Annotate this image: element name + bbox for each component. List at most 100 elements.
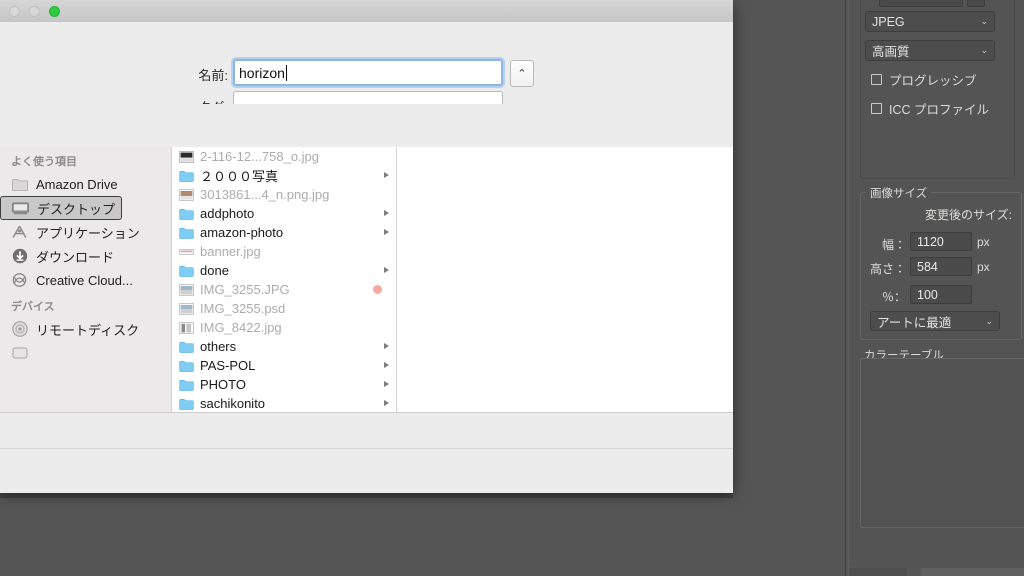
downloads-icon xyxy=(11,248,28,265)
file-name: PAS-POL xyxy=(200,358,256,373)
folder-icon xyxy=(178,226,194,240)
sidebar-item-remote-disk[interactable]: リモートディスク xyxy=(0,317,171,341)
progressive-label: プログレッシブ xyxy=(889,74,977,88)
disclosure-arrow-icon xyxy=(384,267,389,273)
percent-label: ％： xyxy=(881,290,906,304)
color-table-panel[interactable] xyxy=(860,358,1024,528)
sidebar-item-desktop[interactable]: デスクトップ xyxy=(0,196,123,220)
list-item[interactable]: IMG_3255.JPG xyxy=(172,280,396,299)
list-item[interactable]: sachikonito xyxy=(172,394,396,412)
browser-toolbar: ‹ › デスクトップ xyxy=(0,104,733,241)
file-name: IMG_3255.psd xyxy=(200,301,286,316)
chevron-down-icon: ⌄ xyxy=(980,45,988,55)
sidebar: よく使う項目 Amazon Drive デスクトップ 書類 xyxy=(0,147,172,412)
file-name: sachikonito xyxy=(200,396,266,411)
file-name: ２０００写真 xyxy=(200,169,279,184)
file-name: IMG_8422.jpg xyxy=(200,320,282,335)
quality-select[interactable]: 高画質 ⌄ xyxy=(865,40,995,61)
folder-icon xyxy=(178,169,194,183)
width-unit: px xyxy=(977,235,990,249)
sidebar-item-creative-cloud[interactable]: Creative Cloud... xyxy=(0,268,171,292)
checkbox-box xyxy=(871,74,882,85)
sidebar-item-amazon-drive[interactable]: Amazon Drive xyxy=(0,172,171,196)
close-button-icon[interactable] xyxy=(9,6,20,17)
minimize-button-icon[interactable] xyxy=(29,6,40,17)
progressive-checkbox[interactable]: プログレッシブ xyxy=(871,70,977,89)
sidebar-section-header-devices: デバイス xyxy=(11,301,55,313)
list-item[interactable]: addphoto xyxy=(172,204,396,223)
applications-icon xyxy=(11,224,28,241)
file-name: addphoto xyxy=(200,206,255,221)
sidebar-item-label: リモートディスク xyxy=(36,322,140,338)
photoshop-canvas-gap xyxy=(733,0,845,576)
folder-icon xyxy=(178,264,194,278)
list-item[interactable]: PAS-POL xyxy=(172,356,396,375)
file-name: banner.jpg xyxy=(200,244,261,259)
resample-select[interactable]: アートに最適 ⌄ xyxy=(870,311,1000,331)
image-size-title: 画像サイズ xyxy=(866,185,932,201)
format-select[interactable]: JPEG ⌄ xyxy=(865,11,995,32)
sidebar-section-header-favorites: よく使う項目 xyxy=(11,156,77,168)
file-name: 3013861...4_n.png.jpg xyxy=(200,187,330,202)
text-caret xyxy=(285,64,287,81)
list-item[interactable]: IMG_3255.psd xyxy=(172,299,396,318)
sidebar-item-partial[interactable] xyxy=(0,341,171,365)
remote-disk-icon xyxy=(11,321,28,338)
height-input[interactable]: 584 xyxy=(910,257,972,276)
disclosure-arrow-icon xyxy=(384,172,389,178)
list-item[interactable]: others xyxy=(172,337,396,356)
icc-profile-label: ICC プロファイル xyxy=(889,103,990,117)
list-item[interactable]: 3013861...4_n.png.jpg xyxy=(172,185,396,204)
percent-input[interactable]: 100 xyxy=(910,285,972,304)
file-name: others xyxy=(200,339,237,354)
list-item[interactable]: 2-116-12...758_o.jpg xyxy=(172,147,396,166)
image-file-icon xyxy=(178,188,194,202)
list-item[interactable]: amazon-photo xyxy=(172,223,396,242)
height-unit: px xyxy=(977,260,990,274)
image-file-icon xyxy=(178,150,194,164)
disclosure-arrow-icon xyxy=(384,343,389,349)
name-and-tags-form: 名前: horizon ⌃ タグ: xyxy=(0,22,733,115)
expand-dialog-button[interactable]: ⌃ xyxy=(510,60,534,87)
disclosure-arrow-icon xyxy=(384,400,389,406)
checkbox-box xyxy=(871,103,882,114)
disclosure-arrow-icon xyxy=(384,362,389,368)
list-item[interactable]: banner.jpg xyxy=(172,242,396,261)
image-file-icon xyxy=(178,245,194,259)
resample-select-value: アートに最適 xyxy=(877,315,952,330)
zoom-button-icon[interactable] xyxy=(49,6,60,17)
image-file-icon xyxy=(178,302,194,316)
list-item[interactable]: IMG_8422.jpg xyxy=(172,318,396,337)
filename-input[interactable]: horizon xyxy=(233,59,503,86)
file-name: PHOTO xyxy=(200,377,246,392)
drive-icon xyxy=(11,345,28,362)
sidebar-item-label: ダウンロード xyxy=(36,249,115,265)
image-file-icon xyxy=(178,321,194,335)
disclosure-arrow-icon xyxy=(384,381,389,387)
panel-bottom-strip xyxy=(849,566,1024,576)
folder-icon xyxy=(11,176,28,193)
image-file-icon xyxy=(178,283,194,297)
action-bar: ✓ 拡張子を非表示 新規フォルダ キャンセル 保存 xyxy=(0,448,733,493)
panel-bottom-right xyxy=(921,568,1024,576)
title-bar xyxy=(0,0,733,23)
list-item[interactable]: done xyxy=(172,261,396,280)
width-input[interactable]: 1120 xyxy=(910,232,972,251)
disclosure-arrow-icon xyxy=(384,229,389,235)
list-item[interactable]: ２０００写真 xyxy=(172,166,396,185)
folder-icon xyxy=(178,378,194,392)
sidebar-item-label: アプリケーション xyxy=(36,225,140,241)
panel-divider xyxy=(845,0,846,576)
disclosure-arrow-icon xyxy=(384,210,389,216)
icc-profile-checkbox[interactable]: ICC プロファイル xyxy=(871,99,989,118)
chevron-down-icon: ⌄ xyxy=(980,16,988,26)
tag-dot-icon xyxy=(373,285,382,294)
name-label: 名前: xyxy=(198,68,228,83)
list-item[interactable]: PHOTO xyxy=(172,375,396,394)
sidebar-item-downloads[interactable]: ダウンロード xyxy=(0,244,171,268)
sidebar-item-label: Creative Cloud... xyxy=(36,272,133,288)
sidebar-item-applications[interactable]: アプリケーション xyxy=(0,220,171,244)
file-list[interactable]: 2-116-12...758_o.jpg ２０００写真 3013861...4_… xyxy=(172,147,397,412)
width-label: 幅： xyxy=(881,238,906,252)
sidebar-item-label: デスクトップ xyxy=(37,201,116,217)
